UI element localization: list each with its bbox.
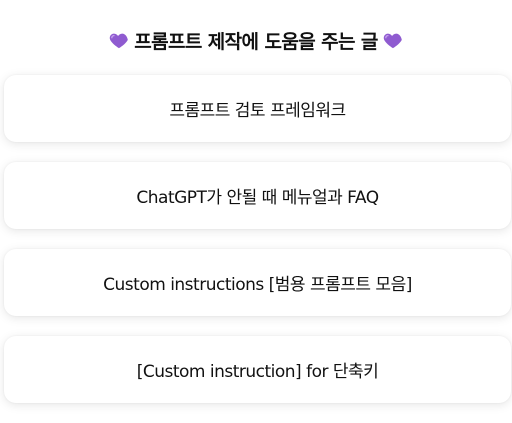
link-card-label: ChatGPT가 안될 때 메뉴얼과 FAQ	[136, 188, 379, 208]
link-card-custom-instruction-shortcuts[interactable]: [Custom instruction] for 단축키	[4, 336, 511, 403]
link-card-prompt-review-framework[interactable]: 프롬프트 검토 프레임워크	[4, 75, 511, 142]
purple-heart-icon	[108, 29, 130, 51]
link-card-label: Custom instructions [범용 프롬프트 모음]	[103, 275, 412, 295]
link-card-list: 프롬프트 검토 프레임워크 ChatGPT가 안될 때 메뉴얼과 FAQ Cus…	[4, 75, 511, 423]
link-card-label: 프롬프트 검토 프레임워크	[169, 101, 346, 121]
page-title-row: 프롬프트 제작에 도움을 주는 글	[0, 24, 512, 56]
purple-heart-icon	[382, 29, 404, 51]
link-card-custom-instructions[interactable]: Custom instructions [범용 프롬프트 모음]	[4, 249, 511, 316]
page-title: 프롬프트 제작에 도움을 주는 글	[134, 30, 378, 53]
link-card-chatgpt-manual-faq[interactable]: ChatGPT가 안될 때 메뉴얼과 FAQ	[4, 162, 511, 229]
link-card-label: [Custom instruction] for 단축키	[136, 362, 379, 382]
